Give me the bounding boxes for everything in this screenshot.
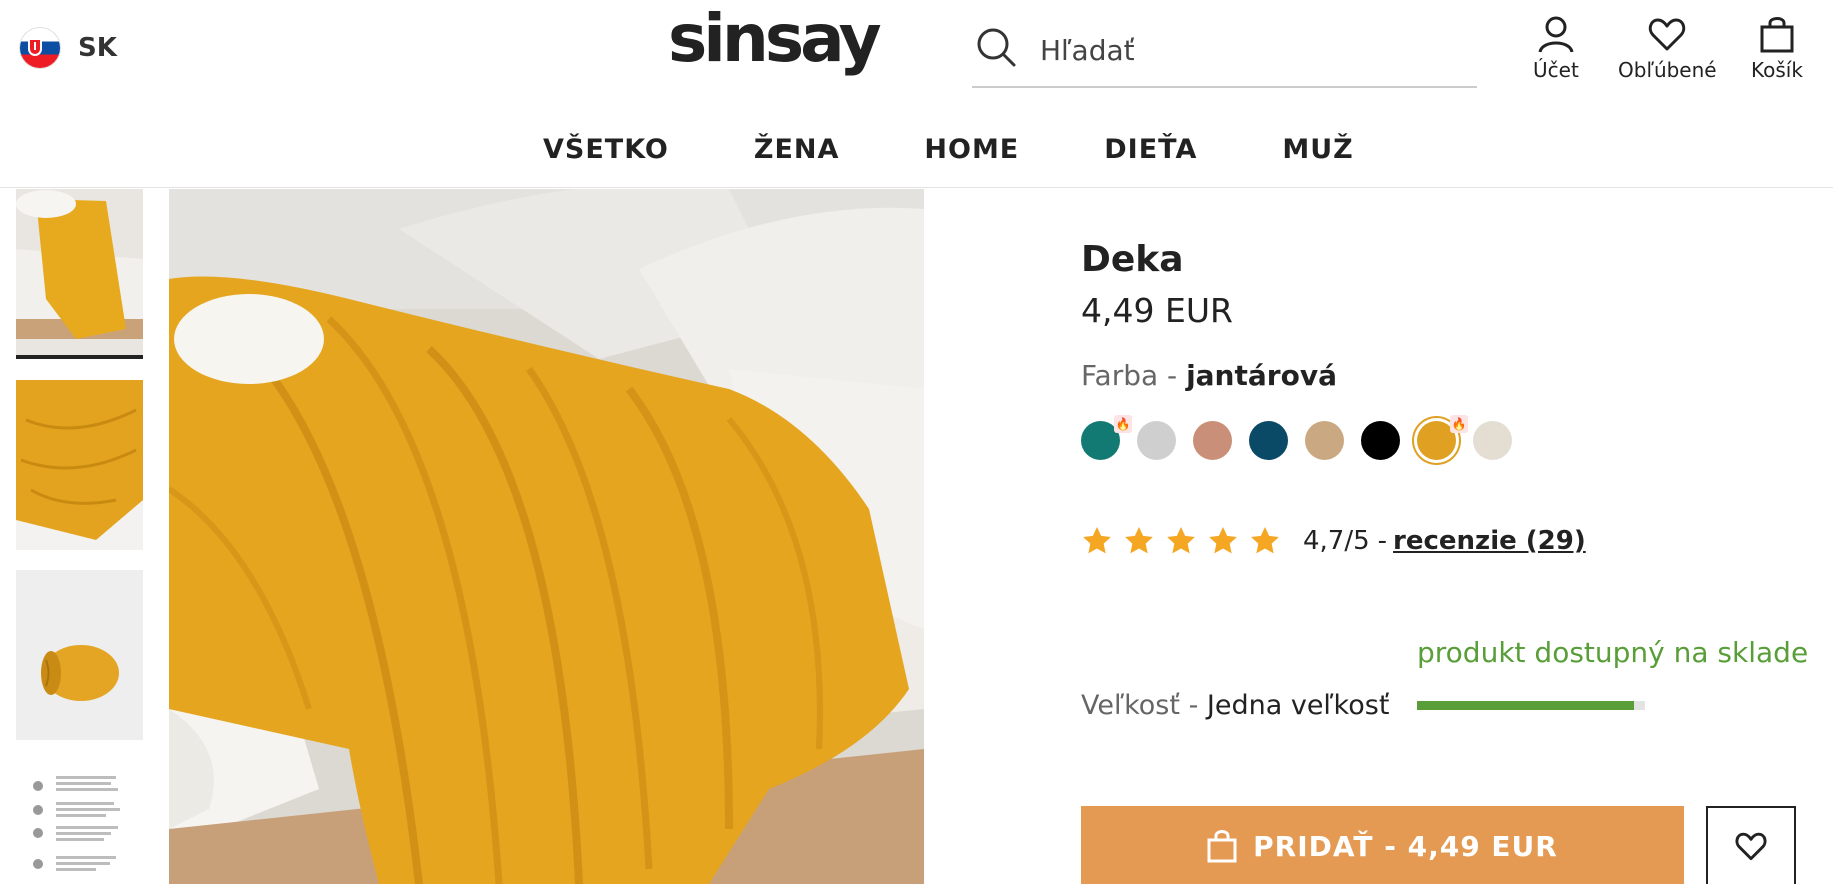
size-value: Jedna veľkosť [1206,690,1390,721]
star-icon [1125,527,1153,554]
product-title: Deka [1081,239,1184,280]
nav-item-men[interactable]: MUŽ [1282,134,1353,165]
search-box[interactable] [972,18,1477,88]
account-label: Účet [1533,58,1579,82]
star-icon [1167,527,1195,554]
star-icon [1209,527,1237,554]
color-swatch-5[interactable] [1305,421,1344,460]
hot-flame-icon: 🔥 [1114,415,1132,433]
reviews-link[interactable]: recenzie (29) [1393,526,1586,556]
add-to-favorites-button[interactable] [1706,806,1796,884]
add-to-cart-button[interactable]: PRIDAŤ - 4,49 EUR [1081,806,1684,884]
stock-status: produkt dostupný na sklade [1417,636,1809,669]
star-rating [1081,525,1281,557]
rating-row: 4,7/5 - recenzie (29) [1081,525,1586,557]
size-row: Veľkosť - Jedna veľkosť [1081,690,1390,721]
color-swatch-7[interactable]: 🔥 [1417,415,1468,460]
favorites-button[interactable]: Obľúbené [1618,14,1717,82]
language-code: SK [78,33,117,63]
stock-level-bar [1417,701,1645,710]
product-price: 4,49 EUR [1081,291,1233,330]
color-swatch-1[interactable]: 🔥 [1081,415,1132,460]
add-to-cart-label: PRIDAŤ - 4,49 EUR [1253,829,1558,863]
color-label: Farba [1081,359,1159,392]
star-icon [1251,527,1279,554]
thumbnail-3[interactable] [16,570,143,740]
cart-label: Košík [1751,58,1803,82]
color-swatch-2[interactable] [1137,421,1176,460]
size-label: Veľkosť [1081,690,1180,721]
favorites-label: Obľúbené [1618,58,1717,82]
color-swatch-4[interactable] [1249,421,1288,460]
rating-separator: - [1377,526,1388,556]
color-row: Farba - jantárová [1081,359,1337,392]
color-swatch-6[interactable] [1361,421,1400,460]
user-icon [1538,16,1574,53]
color-swatch-8[interactable] [1473,421,1512,460]
nav-item-all[interactable]: VŠETKO [543,134,669,165]
search-icon[interactable] [975,26,1017,68]
thumbnail-4[interactable] [16,760,143,884]
language-selector[interactable]: SK [20,28,117,68]
product-main-image[interactable] [169,189,924,884]
thumbnail-1[interactable] [16,189,143,359]
rating-score: 4,7/5 [1303,526,1370,556]
shopping-bag-icon [1207,830,1237,863]
heart-icon [1735,832,1767,861]
color-value: jantárová [1186,359,1337,392]
nav-item-women[interactable]: ŽENA [754,134,840,165]
main-navigation: VŠETKO ŽENA HOME DIEŤA MUŽ [0,96,1833,188]
top-header: SK sinsay Účet Obľúbené Košík [0,0,1833,96]
hot-flame-icon: 🔥 [1450,415,1468,433]
stock-level-fill [1417,701,1634,710]
nav-item-home[interactable]: HOME [924,134,1019,165]
sinsay-logo[interactable]: sinsay [668,6,882,72]
nav-item-kids[interactable]: DIEŤA [1104,134,1197,165]
account-button[interactable]: Účet [1533,14,1579,82]
heart-icon [1649,18,1686,51]
slovakia-flag-icon [20,28,60,68]
search-input[interactable] [1040,28,1460,72]
star-icon [1083,527,1111,554]
thumbnail-2[interactable] [16,380,143,550]
color-swatches: 🔥 🔥 [1081,415,1512,460]
color-swatch-3[interactable] [1193,421,1232,460]
cart-button[interactable]: Košík [1751,14,1803,82]
shopping-bag-icon [1760,17,1794,53]
